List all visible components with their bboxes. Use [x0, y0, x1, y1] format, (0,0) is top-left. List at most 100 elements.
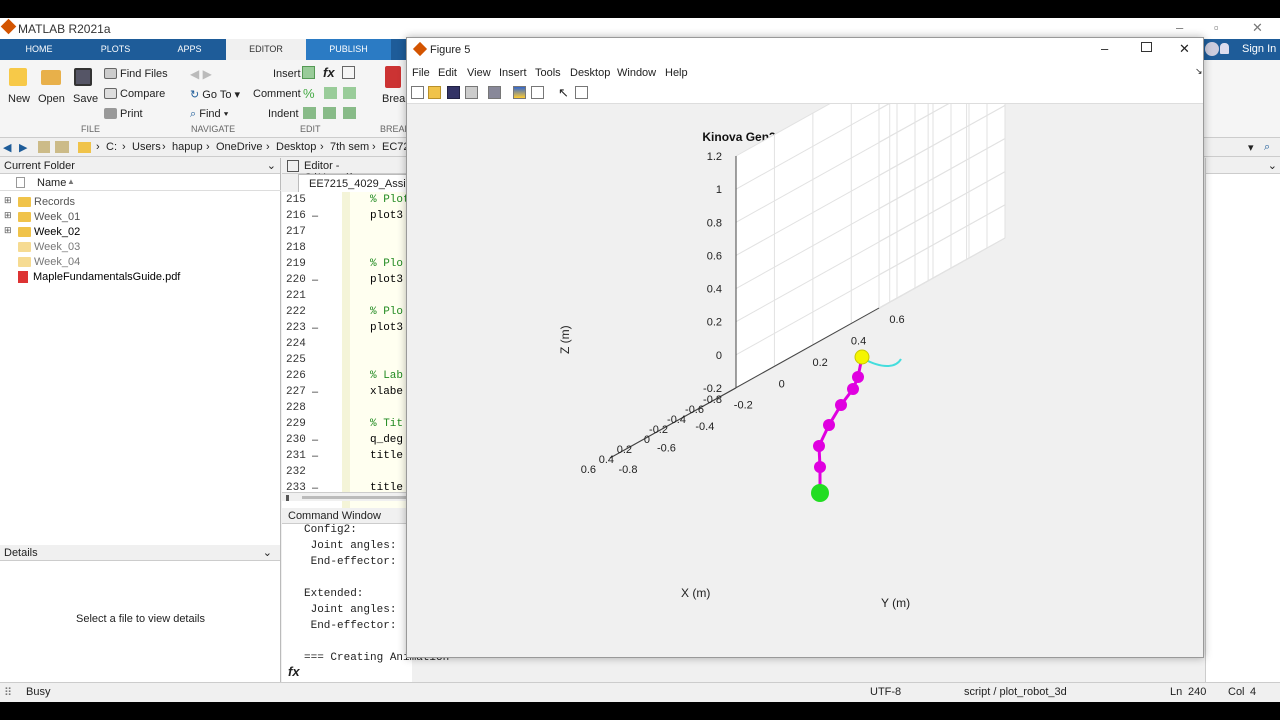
goto-button[interactable]: ↻ Go To ▾: [190, 88, 240, 101]
breakpoint-marker[interactable]: –: [312, 210, 318, 222]
menu-help[interactable]: Help: [665, 67, 688, 79]
minimize-icon[interactable]: –: [1176, 20, 1183, 35]
smart-indent-icon[interactable]: [303, 107, 316, 119]
file-item[interactable]: MapleFundamentalsGuide.pdf: [18, 269, 180, 284]
code-line[interactable]: title: [370, 450, 403, 462]
tab-home[interactable]: HOME: [0, 39, 78, 60]
tab-apps[interactable]: APPS: [153, 39, 226, 60]
menu-insert[interactable]: Insert: [499, 67, 527, 79]
breakpoint-marker[interactable]: –: [312, 434, 318, 446]
code-line[interactable]: % Tit: [370, 418, 403, 430]
find-button[interactable]: ⌕ Find ▾: [190, 108, 228, 121]
tab-plots[interactable]: PLOTS: [78, 39, 153, 60]
browse-folder-icon[interactable]: [55, 141, 69, 153]
new-figure-icon[interactable]: [411, 86, 424, 99]
insert-button[interactable]: Insert: [273, 68, 301, 80]
code-line[interactable]: plot3: [370, 274, 403, 286]
maximize-icon[interactable]: ▫: [1214, 20, 1219, 35]
wrap-comment-icon[interactable]: [343, 87, 356, 99]
breakpoint-marker[interactable]: –: [312, 322, 318, 334]
expand-icon[interactable]: ⊞: [4, 195, 12, 206]
code-line[interactable]: % Plo: [370, 306, 403, 318]
maximize-icon[interactable]: [1141, 42, 1152, 52]
find-files-button[interactable]: Find Files: [120, 68, 168, 80]
up-folder-icon[interactable]: [38, 141, 50, 153]
indent-decrease-icon[interactable]: [343, 107, 356, 119]
close-icon[interactable]: ✕: [1252, 20, 1263, 36]
menu-tools[interactable]: Tools: [535, 67, 561, 79]
pointer-icon[interactable]: ↖: [558, 85, 569, 101]
code-line[interactable]: % Lab: [370, 370, 403, 382]
open-button[interactable]: Open: [38, 93, 65, 105]
path-segment[interactable]: C:: [106, 141, 117, 153]
path-segment[interactable]: Desktop: [276, 141, 316, 153]
collapse-icon[interactable]: ⌄: [263, 546, 272, 559]
expand-icon[interactable]: ⊞: [4, 210, 12, 221]
editor-pane[interactable]: 215% Plot 216– plot3 217 218 219% Plo 220– plot…: [282, 192, 412, 508]
indent-increase-icon[interactable]: [323, 107, 336, 119]
menu-desktop[interactable]: Desktop: [570, 67, 610, 79]
minimize-icon[interactable]: –: [1101, 41, 1108, 56]
print-icon[interactable]: [465, 86, 478, 99]
print-button[interactable]: Print: [120, 108, 143, 120]
path-segment[interactable]: Users: [132, 141, 161, 153]
folder-item[interactable]: Week_03: [18, 239, 80, 254]
sign-in-link[interactable]: Sign In: [1242, 43, 1276, 55]
code-line[interactable]: plot3: [370, 322, 403, 334]
menu-edit[interactable]: Edit: [438, 67, 457, 79]
close-icon[interactable]: ✕: [1179, 41, 1190, 57]
breakpoint-marker[interactable]: –: [312, 386, 318, 398]
code-line[interactable]: q_deg: [370, 434, 403, 446]
editor-tab[interactable]: EE7215_4029_Assignm: [298, 174, 427, 192]
menu-window[interactable]: Window: [617, 67, 656, 79]
horizontal-scrollbar[interactable]: [282, 492, 412, 501]
back-forward-icon[interactable]: ◀ ▶: [190, 67, 212, 81]
back-icon[interactable]: ◀: [3, 141, 11, 154]
comment-percent-icon[interactable]: %: [303, 86, 315, 101]
save-button[interactable]: Save: [73, 93, 98, 105]
function-icon[interactable]: [342, 66, 355, 79]
property-inspector-icon[interactable]: [575, 86, 588, 99]
fx-icon[interactable]: fx: [323, 65, 335, 80]
panel-menu-icon[interactable]: ⌄: [267, 159, 276, 172]
forward-icon[interactable]: ▶: [19, 141, 27, 154]
address-dropdown-icon[interactable]: ▾: [1248, 141, 1254, 154]
menu-view[interactable]: View: [467, 67, 491, 79]
insert-section-icon[interactable]: [302, 66, 315, 79]
expand-icon[interactable]: ⊞: [4, 225, 12, 236]
axes-3d[interactable]: Kinova Gen3 7-DoF - Animation (t = 8.0 s…: [407, 5, 1203, 657]
code-line[interactable]: plot3: [370, 210, 403, 222]
insert-legend-icon[interactable]: [531, 86, 544, 99]
folder-item[interactable]: Week_01: [18, 209, 80, 224]
panel-menu-icon[interactable]: ⌄: [1268, 159, 1277, 172]
link-icon[interactable]: [488, 86, 501, 99]
tab-editor[interactable]: EDITOR: [226, 39, 306, 60]
uncomment-icon[interactable]: [324, 87, 337, 99]
open-icon[interactable]: [428, 86, 441, 99]
new-button[interactable]: New: [8, 93, 30, 105]
command-window[interactable]: Config2: Joint angles: End-effector: Exte…: [282, 524, 449, 682]
folder-item[interactable]: Records: [18, 194, 75, 209]
help-icon[interactable]: [1205, 42, 1219, 56]
path-segment[interactable]: hapup: [172, 141, 203, 153]
breakpoint-marker[interactable]: –: [312, 450, 318, 462]
path-segment[interactable]: OneDrive: [216, 141, 262, 153]
folder-item[interactable]: Week_04: [18, 254, 80, 269]
folder-item[interactable]: Week_02: [18, 224, 80, 239]
dock-icon[interactable]: ↘: [1195, 66, 1203, 77]
compare-button[interactable]: Compare: [120, 88, 165, 100]
menu-file[interactable]: File: [412, 67, 430, 79]
tab-publish[interactable]: PUBLISH: [306, 39, 391, 60]
comment-button[interactable]: Comment: [253, 88, 301, 100]
save-icon[interactable]: [447, 86, 460, 99]
notification-bell-icon[interactable]: [1220, 43, 1229, 54]
column-name[interactable]: Name: [37, 177, 66, 189]
code-line[interactable]: xlabe: [370, 386, 403, 398]
code-line[interactable]: % Plot: [370, 194, 410, 206]
breakpoint-marker[interactable]: –: [312, 274, 318, 286]
path-segment[interactable]: 7th sem: [330, 141, 369, 153]
indent-button[interactable]: Indent: [268, 108, 299, 120]
code-line[interactable]: % Plo: [370, 258, 403, 270]
insert-colorbar-icon[interactable]: [513, 86, 526, 99]
command-prompt-fx-icon[interactable]: fx: [288, 664, 300, 679]
